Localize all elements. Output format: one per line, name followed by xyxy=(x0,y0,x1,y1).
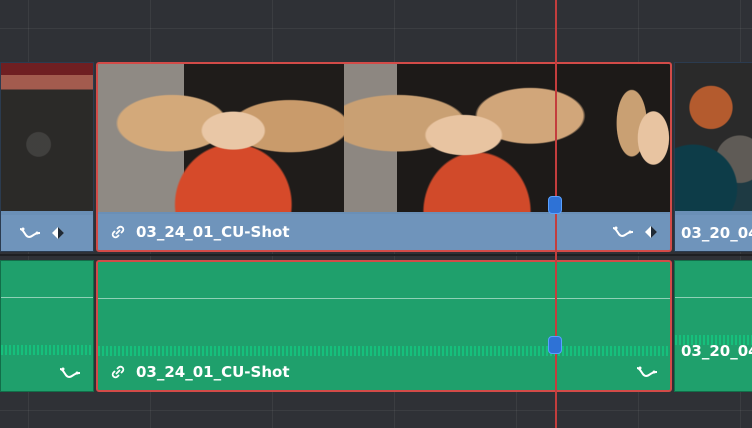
keyframe-diamond-icon[interactable] xyxy=(51,226,65,240)
video-thumbnails xyxy=(675,63,752,211)
audio-clip-left[interactable] xyxy=(0,260,94,392)
audio-clip-cu-shot[interactable]: 03_24_01_CU-Shot xyxy=(96,260,672,392)
audio-level-line xyxy=(1,297,93,298)
video-thumbnails xyxy=(1,63,93,211)
link-icon xyxy=(110,364,126,380)
audio-level-line xyxy=(675,297,752,298)
track-divider xyxy=(0,254,752,256)
clip-name: 03_20_04 xyxy=(681,342,752,360)
clip-right-icons xyxy=(612,225,658,239)
curve-icon[interactable] xyxy=(612,225,634,239)
grid-line xyxy=(0,28,752,29)
thumbnail-image xyxy=(1,63,93,211)
curve-icon[interactable] xyxy=(59,366,81,380)
link-icon xyxy=(110,224,126,240)
video-clip-right[interactable]: 03_20_04 xyxy=(674,62,752,252)
clip-right-icons xyxy=(636,365,658,379)
clip-bar: 03_20_04 xyxy=(675,215,752,251)
curve-icon[interactable] xyxy=(19,226,41,240)
clip-bar: 03_24_01_CU-Shot xyxy=(98,354,670,390)
audio-level-line xyxy=(98,298,670,299)
curve-icon[interactable] xyxy=(636,365,658,379)
video-clip-cu-shot[interactable]: 03_24_01_CU-Shot xyxy=(96,62,672,252)
audio-waveform xyxy=(1,345,93,355)
playhead-marker[interactable] xyxy=(548,336,562,354)
clip-bar xyxy=(1,355,93,391)
clip-name: 03_20_04 xyxy=(681,224,752,242)
playhead-line[interactable] xyxy=(555,0,557,428)
thumbnail-image xyxy=(344,64,610,212)
audio-clip-right[interactable]: 03_20_04 xyxy=(674,260,752,392)
clip-name: 03_24_01_CU-Shot xyxy=(136,363,290,381)
clip-bar: 03_24_01_CU-Shot xyxy=(98,214,670,250)
keyframe-diamond-icon[interactable] xyxy=(644,225,658,239)
thumbnail-image xyxy=(675,63,752,211)
grid-line xyxy=(0,410,752,411)
video-clip-left[interactable] xyxy=(0,62,94,252)
clip-name: 03_24_01_CU-Shot xyxy=(136,223,290,241)
timeline-area[interactable]: 03_24_01_CU-Shot 03_20_04 03_24_01_CU-Sh… xyxy=(0,0,752,428)
thumbnail-image xyxy=(610,64,670,212)
video-thumbnails xyxy=(98,64,670,212)
clip-bar: 03_20_04 xyxy=(675,333,752,369)
clip-bar xyxy=(1,215,93,251)
playhead-marker[interactable] xyxy=(548,196,562,214)
thumbnail-image xyxy=(98,64,344,212)
